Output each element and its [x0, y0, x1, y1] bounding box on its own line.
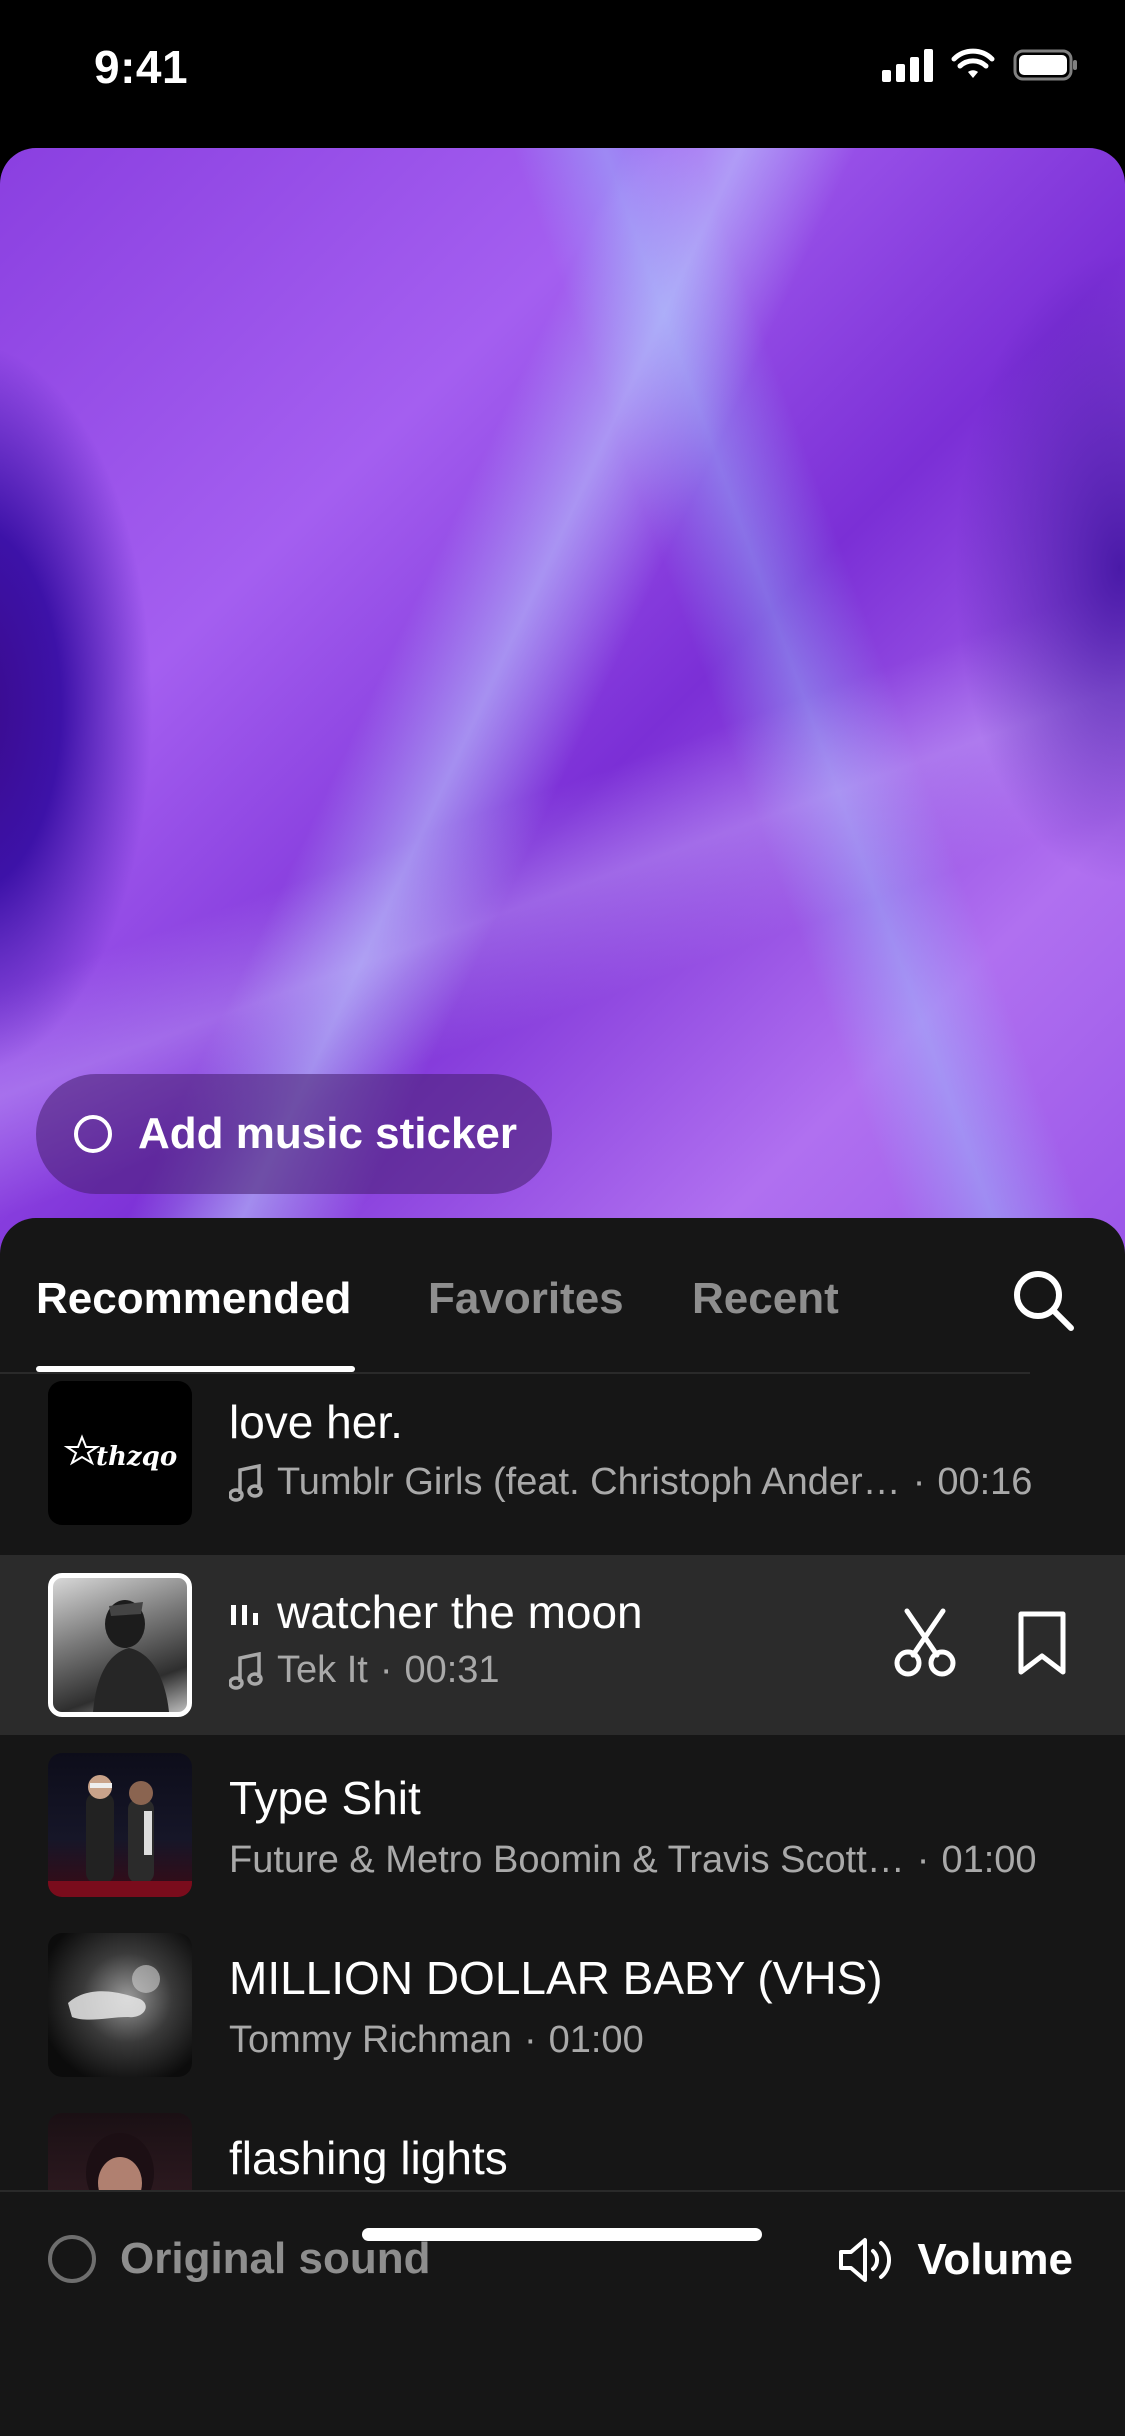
song-meta: Tek It · 00:31	[229, 1649, 500, 1692]
cellular-signal-icon	[882, 48, 933, 82]
tab-recommended[interactable]: Recommended	[36, 1274, 351, 1324]
song-meta: Tumblr Girls (feat. Christoph Ander… · 0…	[229, 1461, 1032, 1504]
checkbox-circle-icon	[48, 2235, 96, 2283]
song-title: love her.	[229, 1396, 403, 1448]
album-art	[48, 2113, 192, 2190]
song-row[interactable]: thzqo love her. Tumblr Girls (feat. Chri…	[0, 1375, 1125, 1555]
battery-icon	[1013, 49, 1077, 81]
album-art	[48, 1753, 192, 1897]
song-list[interactable]: thzqo love her. Tumblr Girls (feat. Chri…	[0, 1375, 1125, 2190]
song-title: MILLION DOLLAR BABY (VHS)	[229, 1952, 883, 2004]
song-artist: Tommy Richman	[229, 2019, 512, 2061]
song-duration-separator: ·	[523, 2019, 537, 2061]
speaker-icon	[839, 2238, 892, 2282]
original-sound-toggle[interactable]: Original sound	[48, 2234, 430, 2284]
volume-button[interactable]: Volume	[837, 2234, 1073, 2286]
song-row[interactable]: MILLION DOLLAR BABY (VHS) Tommy Richman …	[0, 1915, 1125, 2095]
album-art	[48, 1933, 192, 2077]
tab-bar: Recommended Favorites Recent	[0, 1218, 1125, 1374]
song-row[interactable]: Type Shit Future & Metro Boomin & Travis…	[0, 1735, 1125, 1915]
volume-label: Volume	[917, 2235, 1073, 2284]
music-note-icon	[229, 1651, 263, 1690]
video-preview[interactable]: Add music sticker	[0, 148, 1125, 1268]
screen: 9:41 Add music sticker Recommended Favor…	[0, 0, 1125, 2436]
song-row[interactable]: flashing lights	[0, 2095, 1125, 2190]
song-duration: 00:16	[937, 1461, 1033, 1503]
checkbox-circle-icon	[74, 1115, 112, 1153]
pause-icon	[231, 1605, 258, 1625]
add-music-sticker-label: Add music sticker	[138, 1109, 518, 1158]
tabs-divider	[0, 1372, 1030, 1374]
song-artist: Tek It	[277, 1649, 368, 1691]
status-time: 9:41	[94, 41, 189, 93]
song-meta: Future & Metro Boomin & Travis Scott… · …	[229, 1839, 1037, 1882]
song-duration: 01:00	[941, 1839, 1037, 1881]
home-indicator	[362, 2228, 762, 2241]
tab-recent[interactable]: Recent	[692, 1274, 839, 1324]
song-title: flashing lights	[229, 2132, 508, 2184]
bookmark-icon[interactable]	[1015, 1610, 1069, 1676]
song-duration-separator: ·	[379, 1649, 393, 1691]
song-duration: 00:31	[404, 1649, 500, 1691]
add-music-sticker-button[interactable]: Add music sticker	[36, 1074, 552, 1194]
tab-favorites[interactable]: Favorites	[428, 1274, 624, 1324]
status-bar: 9:41	[0, 0, 1125, 140]
song-artist: Future & Metro Boomin & Travis Scott…	[229, 1839, 905, 1881]
scissors-icon[interactable]	[893, 1607, 957, 1679]
song-title: watcher the moon	[277, 1586, 643, 1638]
song-title-wrap: watcher the moon	[229, 1585, 643, 1639]
song-duration: 01:00	[548, 2019, 644, 2061]
song-artist: Tumblr Girls (feat. Christoph Ander…	[277, 1461, 901, 1503]
status-icons	[882, 48, 1079, 82]
svg-text:thzqo: thzqo	[96, 1442, 177, 1472]
song-duration-separator: ·	[912, 1461, 926, 1503]
row-actions	[893, 1607, 1069, 1679]
album-art	[48, 1573, 192, 1717]
music-sheet: Recommended Favorites Recent thzqo love …	[0, 1218, 1125, 2436]
original-sound-label: Original sound	[120, 2234, 431, 2283]
wifi-icon	[951, 48, 995, 78]
search-icon[interactable]	[1007, 1264, 1079, 1336]
song-title: Type Shit	[229, 1772, 421, 1824]
bottom-bar: Original sound Volume	[0, 2190, 1125, 2436]
music-note-icon	[229, 1463, 263, 1502]
song-duration-separator: ·	[916, 1839, 930, 1881]
song-meta: Tommy Richman · 01:00	[229, 2019, 644, 2062]
song-row-selected[interactable]: watcher the moon Tek It · 00:31	[0, 1555, 1125, 1735]
album-art: thzqo	[48, 1381, 192, 1525]
